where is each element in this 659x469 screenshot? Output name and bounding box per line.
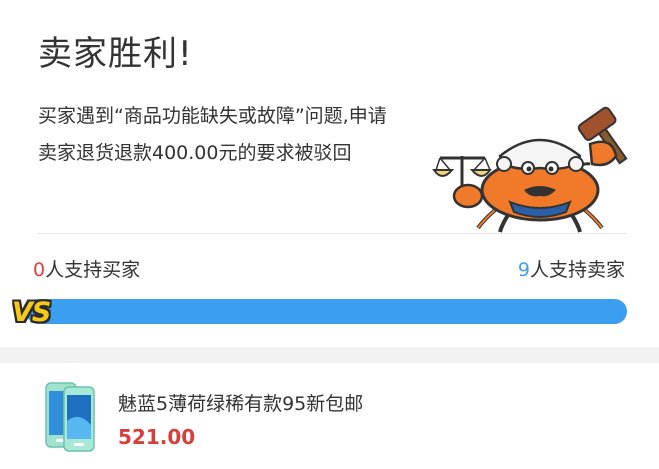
buyer-support: 0人支持买家 (33, 255, 140, 282)
product-card[interactable]: 魅蓝5薄荷绿稀有款95新包邮 521.00 (0, 363, 659, 469)
divider (38, 233, 626, 234)
support-bar (26, 299, 627, 324)
judge-crab-icon (432, 106, 628, 233)
seller-support: 9人支持卖家 (518, 255, 625, 282)
seller-support-label: 人支持卖家 (529, 259, 625, 281)
buyer-support-label: 人支持买家 (45, 259, 141, 281)
seller-support-count: 9 (517, 259, 530, 281)
buyer-support-count: 0 (33, 259, 46, 281)
phone-thumbnail (45, 382, 95, 452)
verdict-description: 买家遇到“商品功能缺失或故障”问题,申请卖家退货退款400.00元的要求被驳回 (38, 105, 387, 164)
seller-support-fill (26, 299, 627, 324)
verdict-card: 卖家胜利! 买家遇到“商品功能缺失或故障”问题,申请卖家退货退款400.00元的… (0, 0, 659, 347)
product-price: 521.00 (118, 425, 196, 449)
product-title: 魅蓝5薄荷绿稀有款95新包邮 (118, 393, 364, 415)
section-gap (0, 347, 659, 363)
vs-badge: VS (12, 297, 51, 328)
verdict-title: 卖家胜利! (38, 34, 193, 74)
